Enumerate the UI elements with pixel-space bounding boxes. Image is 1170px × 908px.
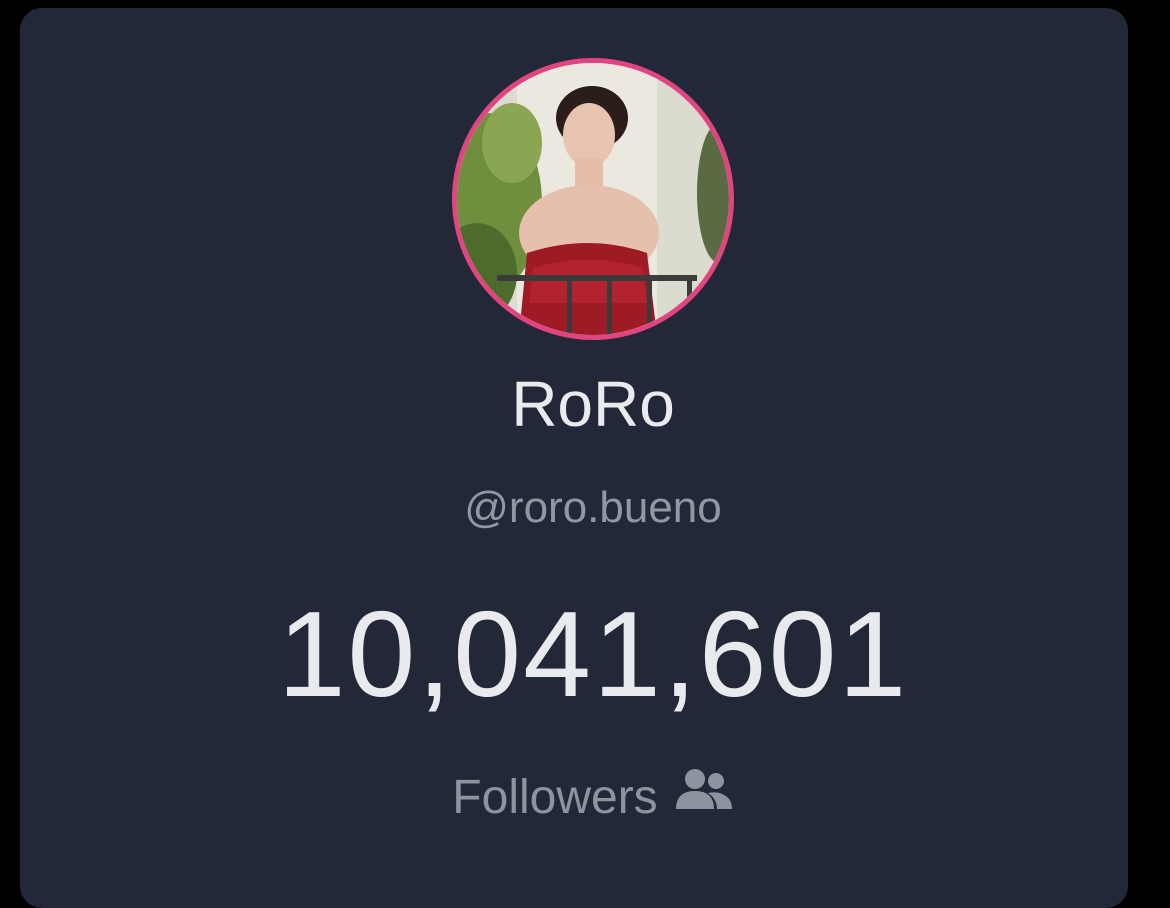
avatar-photo <box>457 63 729 335</box>
display-name: RoRo <box>511 368 675 440</box>
avatar[interactable] <box>452 58 734 340</box>
followers-row[interactable]: Followers <box>20 768 1166 828</box>
users-icon <box>674 765 734 828</box>
profile-card: RoRo @roro.bueno 10,041,601 Followers <box>20 8 1128 908</box>
username-handle[interactable]: @roro.bueno <box>20 480 1166 536</box>
followers-label: Followers <box>452 771 658 824</box>
follower-count: 10,041,601 <box>277 586 909 722</box>
